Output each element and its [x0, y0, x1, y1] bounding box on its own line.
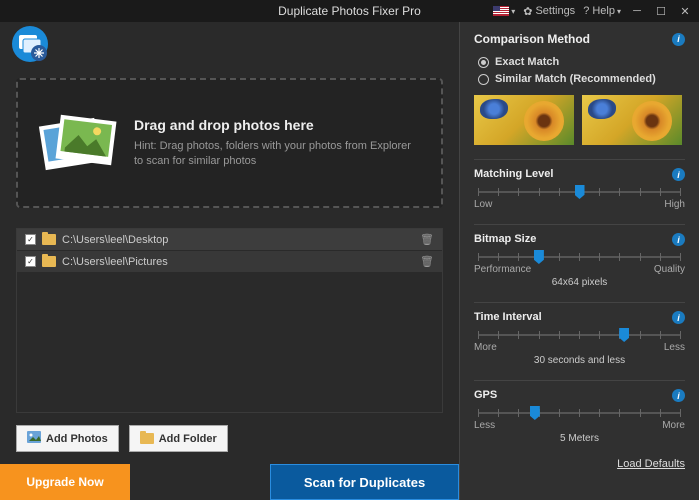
matching-level-label: Matching Level [474, 168, 553, 181]
photos-icon [36, 108, 118, 179]
checkbox-icon[interactable]: ✓ [25, 234, 36, 245]
settings-panel: Comparison Method i Exact Match Similar … [459, 22, 699, 500]
matching-level-slider[interactable] [478, 191, 681, 193]
titlebar: Duplicate Photos Fixer Pro ▾ ✿ Settings … [0, 0, 699, 22]
time-interval-slider[interactable] [478, 334, 681, 336]
preview-thumb [582, 95, 682, 145]
slider-thumb[interactable] [534, 250, 544, 264]
delete-icon[interactable]: 🗑 [420, 233, 434, 246]
info-icon[interactable]: i [672, 33, 685, 46]
app-logo-icon [10, 24, 50, 67]
comparison-title: Comparison Method [474, 32, 590, 46]
dropzone-hint: Hint: Drag photos, folders with your pho… [134, 139, 423, 170]
info-icon[interactable]: i [672, 168, 685, 181]
gps-slider[interactable] [478, 412, 681, 414]
add-folder-button[interactable]: Add Folder [129, 425, 228, 452]
time-interval-label: Time Interval [474, 311, 542, 324]
gear-icon: ✿ [523, 5, 532, 18]
preview-thumb [474, 95, 574, 145]
add-photos-button[interactable]: Add Photos [16, 425, 119, 452]
folder-icon [140, 433, 154, 444]
delete-icon[interactable]: 🗑 [420, 255, 434, 268]
maximize-button[interactable]: ☐ [653, 4, 669, 18]
bitmap-size-label: Bitmap Size [474, 233, 536, 246]
bitmap-size-slider[interactable] [478, 256, 681, 258]
lang-flag-icon[interactable]: ▾ [493, 6, 515, 16]
folder-list: ✓ C:\Users\leel\Desktop 🗑 ✓ C:\Users\lee… [16, 228, 443, 413]
photo-icon [27, 431, 41, 446]
folder-row[interactable]: ✓ C:\Users\leel\Desktop 🗑 [17, 229, 442, 251]
info-icon[interactable]: i [672, 233, 685, 246]
close-button[interactable]: ✕ [677, 4, 693, 18]
settings-link[interactable]: ✿ Settings [523, 5, 575, 18]
dropzone[interactable]: Drag and drop photos here Hint: Drag pho… [16, 78, 443, 208]
checkbox-icon[interactable]: ✓ [25, 256, 36, 267]
gps-label: GPS [474, 389, 497, 402]
folder-path: C:\Users\leel\Desktop [62, 234, 414, 246]
radio-exact-match[interactable]: Exact Match [478, 56, 685, 68]
slider-thumb[interactable] [619, 328, 629, 342]
dropzone-title: Drag and drop photos here [134, 117, 423, 133]
radio-similar-match[interactable]: Similar Match (Recommended) [478, 73, 685, 85]
upgrade-button[interactable]: Upgrade Now [0, 464, 130, 500]
folder-icon [42, 256, 56, 267]
load-defaults-link[interactable]: Load Defaults [474, 458, 685, 470]
info-icon[interactable]: i [672, 389, 685, 402]
minimize-button[interactable]: ─ [629, 4, 645, 18]
folder-icon [42, 234, 56, 245]
folder-row[interactable]: ✓ C:\Users\leel\Pictures 🗑 [17, 251, 442, 273]
folder-path: C:\Users\leel\Pictures [62, 256, 414, 268]
slider-thumb[interactable] [530, 406, 540, 420]
info-icon[interactable]: i [672, 311, 685, 324]
slider-thumb[interactable] [575, 185, 585, 199]
help-link[interactable]: ? Help ▾ [583, 5, 621, 17]
scan-button[interactable]: Scan for Duplicates [270, 464, 459, 500]
